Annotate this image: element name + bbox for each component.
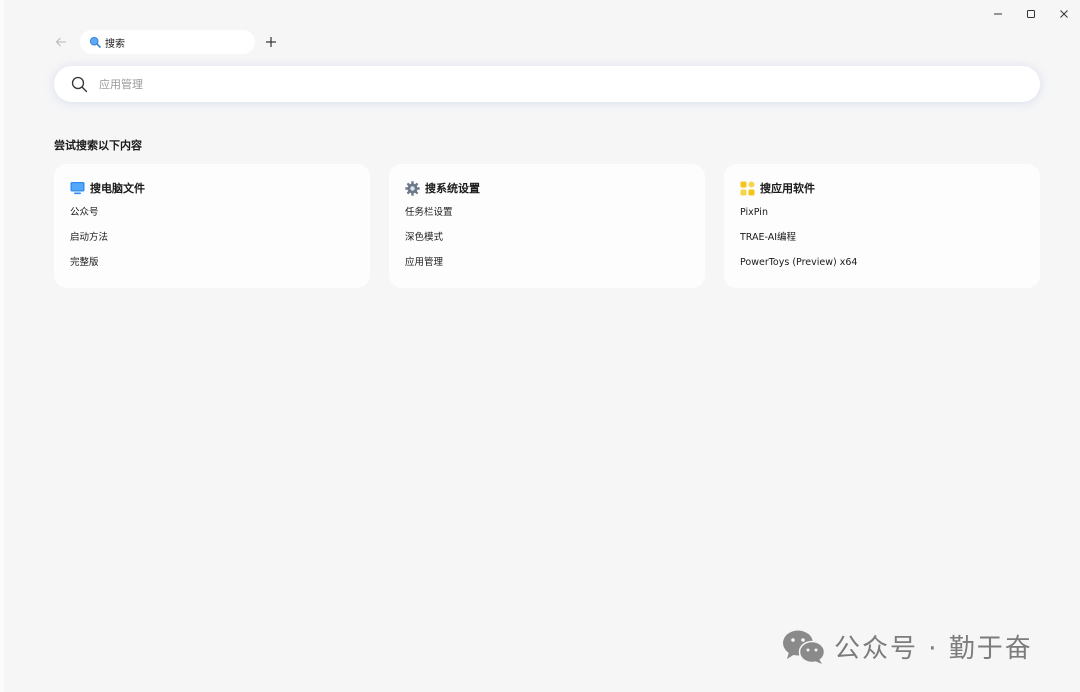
window-controls	[981, 0, 1080, 28]
suggestion-item[interactable]: TRAE-AI编程	[740, 230, 1040, 255]
card-title: 搜电脑文件	[90, 182, 145, 195]
minimize-icon	[993, 13, 1002, 15]
gear-icon	[405, 180, 420, 196]
card-header: 搜应用软件	[740, 180, 1040, 196]
tab-search[interactable]: 搜索	[80, 30, 255, 54]
close-button[interactable]	[1047, 0, 1080, 28]
search-input[interactable]	[97, 76, 1001, 92]
suggestions-heading: 尝试搜索以下内容	[54, 139, 142, 152]
tab-strip: 搜索	[50, 30, 282, 54]
tab-label: 搜索	[105, 38, 125, 50]
suggestion-cards: 搜电脑文件 公众号 启动方法 完整版 搜系统设置 任务栏设置 深色模式 应用管理…	[54, 164, 1040, 288]
new-tab-button[interactable]	[260, 31, 282, 53]
maximize-button[interactable]	[1014, 0, 1047, 28]
suggestion-item[interactable]: 启动方法	[70, 230, 370, 255]
card-system-settings: 搜系统设置 任务栏设置 深色模式 应用管理	[389, 164, 705, 288]
card-header: 搜电脑文件	[70, 180, 370, 196]
card-applications: 搜应用软件 PixPin TRAE-AI编程 PowerToys (Previe…	[724, 164, 1040, 288]
suggestion-item[interactable]: 深色模式	[405, 230, 705, 255]
card-title: 搜应用软件	[760, 182, 815, 195]
suggestion-item[interactable]: 任务栏设置	[405, 205, 705, 230]
computer-icon	[70, 181, 85, 196]
card-computer-files: 搜电脑文件 公众号 启动方法 完整版	[54, 164, 370, 288]
suggestion-item[interactable]: 公众号	[70, 205, 370, 230]
plus-icon	[266, 37, 276, 47]
card-title: 搜系统设置	[425, 182, 480, 195]
back-arrow-icon	[55, 37, 66, 47]
watermark-text: 公众号 · 勤于奋	[834, 634, 1033, 664]
app-window: 搜索 尝试搜索以下内容	[0, 0, 1080, 692]
suggestion-item[interactable]: 完整版	[70, 255, 370, 280]
maximize-icon	[1026, 10, 1035, 18]
card-header: 搜系统设置	[405, 180, 705, 196]
search-tab-icon	[89, 36, 101, 48]
back-button[interactable]	[50, 31, 72, 53]
minimize-button[interactable]	[981, 0, 1014, 28]
search-icon	[71, 76, 88, 93]
wechat-logo	[783, 630, 826, 664]
apps-icon	[740, 181, 755, 196]
suggestion-item[interactable]: PixPin	[740, 205, 1040, 230]
search-bar	[54, 66, 1040, 102]
suggestion-item[interactable]: 应用管理	[405, 255, 705, 280]
watermark: 公众号 · 勤于奋	[782, 628, 1033, 665]
suggestion-item[interactable]: PowerToys (Preview) x64	[740, 255, 1040, 280]
close-icon	[1059, 10, 1068, 18]
